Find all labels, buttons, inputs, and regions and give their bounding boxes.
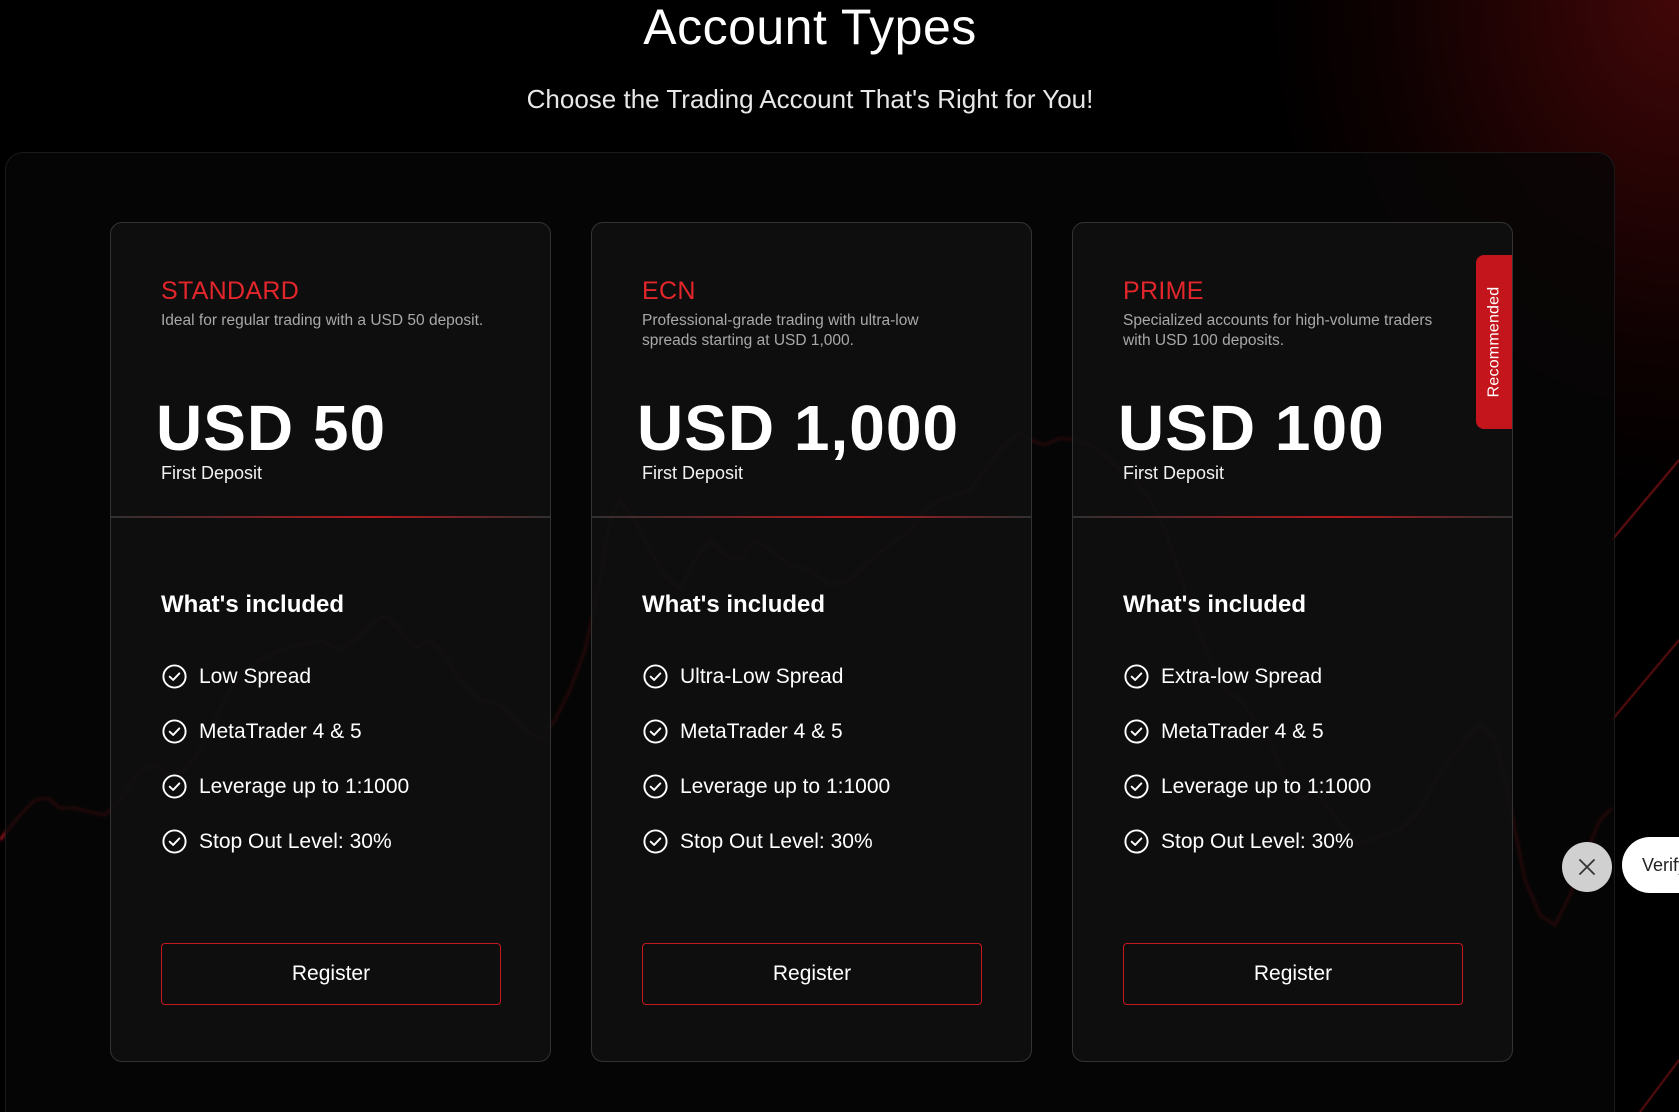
check-circle-icon (162, 774, 187, 799)
check-circle-icon (1124, 664, 1149, 689)
register-button-standard[interactable]: Register (161, 943, 501, 1005)
feature-item: Stop Out Level: 30% (642, 814, 890, 869)
feature-text: Stop Out Level: 30% (199, 829, 392, 853)
card-divider (111, 516, 550, 518)
feature-item: Leverage up to 1:1000 (1123, 759, 1371, 814)
feature-text: Leverage up to 1:1000 (199, 774, 410, 798)
check-circle-icon (643, 664, 668, 689)
plan-description: Professional-grade trading with ultra-lo… (642, 312, 919, 349)
feature-item: Stop Out Level: 30% (161, 814, 409, 869)
feature-text: MetaTrader 4 & 5 (199, 719, 362, 743)
feature-item: Extra-low Spread (1123, 649, 1371, 704)
check-circle-icon (1124, 774, 1149, 799)
check-circle-icon (162, 829, 187, 854)
feature-list: Low Spread MetaTrader 4 & 5 Leverage up … (161, 649, 409, 869)
plan-description: Specialized accounts for high-volume tra… (1123, 312, 1433, 349)
check-circle-icon (1124, 829, 1149, 854)
feature-text: MetaTrader 4 & 5 (680, 719, 843, 743)
plan-name: PRIME (1123, 277, 1204, 305)
account-card-ecn: ECN Professional-grade trading with ultr… (591, 222, 1032, 1062)
page-subtitle: Choose the Trading Account That's Right … (526, 84, 1094, 114)
account-card-standard: STANDARD Ideal for regular trading with … (110, 222, 551, 1062)
recommended-badge: Recommended (1476, 255, 1512, 429)
feature-text: Leverage up to 1:1000 (1161, 774, 1372, 798)
close-icon (1579, 859, 1595, 875)
feature-text: Extra-low Spread (1161, 664, 1323, 688)
feature-item: MetaTrader 4 & 5 (642, 704, 890, 759)
feature-list: Ultra-Low Spread MetaTrader 4 & 5 Levera… (642, 649, 890, 869)
feature-text: Stop Out Level: 30% (680, 829, 873, 853)
price-label: First Deposit (642, 463, 744, 483)
feature-item: Leverage up to 1:1000 (161, 759, 409, 814)
plan-price: USD 50 (156, 392, 387, 464)
check-circle-icon (162, 719, 187, 744)
recommended-badge-label: Recommended (1485, 286, 1503, 398)
feature-text: Low Spread (199, 664, 312, 688)
feature-text: Ultra-Low Spread (680, 664, 844, 688)
feature-text: Leverage up to 1:1000 (680, 774, 891, 798)
check-circle-icon (162, 664, 187, 689)
plan-price: USD 1,000 (637, 392, 960, 464)
page-title: Account Types (643, 0, 977, 55)
page: Account Types Choose the Trading Account… (0, 0, 1679, 1112)
feature-item: MetaTrader 4 & 5 (1123, 704, 1371, 759)
plan-price: USD 100 (1118, 392, 1385, 464)
card-divider (592, 516, 1031, 518)
plan-name: STANDARD (161, 277, 300, 305)
feature-list: Extra-low Spread MetaTrader 4 & 5 Levera… (1123, 649, 1371, 869)
feature-item: MetaTrader 4 & 5 (161, 704, 409, 759)
feature-text: MetaTrader 4 & 5 (1161, 719, 1324, 743)
feature-item: Leverage up to 1:1000 (642, 759, 890, 814)
feature-item: Low Spread (161, 649, 409, 704)
check-circle-icon (643, 829, 668, 854)
check-circle-icon (643, 774, 668, 799)
check-circle-icon (1124, 719, 1149, 744)
register-button-prime[interactable]: Register (1123, 943, 1463, 1005)
included-heading: What's included (1123, 591, 1307, 618)
included-heading: What's included (161, 591, 345, 618)
plan-name: ECN (642, 277, 696, 305)
included-heading: What's included (642, 591, 826, 618)
card-header: STANDARD Ideal for regular trading with … (111, 223, 550, 518)
feature-item: Stop Out Level: 30% (1123, 814, 1371, 869)
check-circle-icon (643, 719, 668, 744)
price-label: First Deposit (1123, 463, 1225, 483)
plan-description: Ideal for regular trading with a USD 50 … (161, 312, 484, 329)
close-widget-button[interactable] (1562, 842, 1612, 892)
feature-text: Stop Out Level: 30% (1161, 829, 1354, 853)
register-button-ecn[interactable]: Register (642, 943, 982, 1005)
verify-widget[interactable]: Verify (1622, 837, 1679, 893)
feature-item: Ultra-Low Spread (642, 649, 890, 704)
account-card-prime: PRIME Specialized accounts for high-volu… (1072, 222, 1513, 1062)
card-header: PRIME Specialized accounts for high-volu… (1073, 223, 1512, 518)
price-label: First Deposit (161, 463, 263, 483)
card-divider (1073, 516, 1512, 518)
card-header: ECN Professional-grade trading with ultr… (592, 223, 1031, 518)
